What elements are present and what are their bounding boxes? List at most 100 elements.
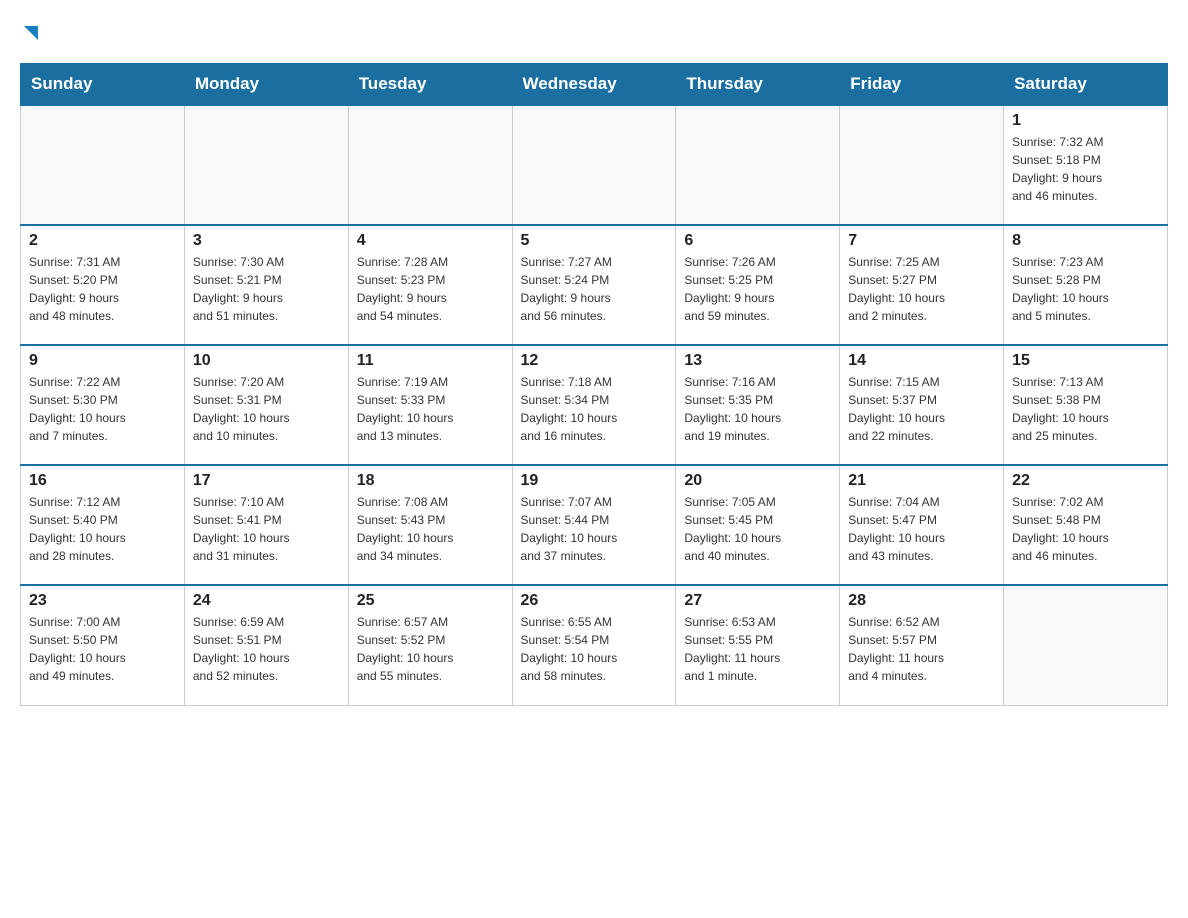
day-info: Sunrise: 7:00 AM Sunset: 5:50 PM Dayligh…: [29, 613, 176, 685]
day-number: 26: [521, 592, 668, 610]
calendar-cell: 11 Sunrise: 7:19 AM Sunset: 5:33 PM Dayli…: [348, 345, 512, 465]
day-info: Sunrise: 7:12 AM Sunset: 5:40 PM Dayligh…: [29, 493, 176, 565]
day-info: Sunrise: 6:59 AM Sunset: 5:51 PM Dayligh…: [193, 613, 340, 685]
page-header: [20, 20, 1168, 53]
calendar-cell: 22 Sunrise: 7:02 AM Sunset: 5:48 PM Dayli…: [1004, 465, 1168, 585]
day-info: Sunrise: 7:08 AM Sunset: 5:43 PM Dayligh…: [357, 493, 504, 565]
calendar-cell: 3Sunrise: 7:30 AM Sunset: 5:21 PM Daylig…: [184, 225, 348, 345]
column-header-saturday: Saturday: [1004, 64, 1168, 106]
calendar-cell: [21, 105, 185, 225]
calendar-cell: 18 Sunrise: 7:08 AM Sunset: 5:43 PM Dayli…: [348, 465, 512, 585]
day-number: 9: [29, 352, 176, 370]
day-number: 21: [848, 472, 995, 490]
column-header-thursday: Thursday: [676, 64, 840, 106]
day-info: Sunrise: 7:07 AM Sunset: 5:44 PM Dayligh…: [521, 493, 668, 565]
day-number: 12: [521, 352, 668, 370]
calendar-cell: 17Sunrise: 7:10 AM Sunset: 5:41 PM Dayli…: [184, 465, 348, 585]
day-number: 27: [684, 592, 831, 610]
day-info: Sunrise: 7:27 AM Sunset: 5:24 PM Dayligh…: [521, 253, 668, 325]
day-info: Sunrise: 7:13 AM Sunset: 5:38 PM Dayligh…: [1012, 373, 1159, 445]
day-info: Sunrise: 7:19 AM Sunset: 5:33 PM Dayligh…: [357, 373, 504, 445]
day-info: Sunrise: 7:23 AM Sunset: 5:28 PM Dayligh…: [1012, 253, 1159, 325]
calendar-cell: 20 Sunrise: 7:05 AM Sunset: 5:45 PM Dayli…: [676, 465, 840, 585]
day-info: Sunrise: 7:16 AM Sunset: 5:35 PM Dayligh…: [684, 373, 831, 445]
day-info: Sunrise: 6:53 AM Sunset: 5:55 PM Dayligh…: [684, 613, 831, 685]
calendar-cell: [1004, 585, 1168, 705]
day-number: 19: [521, 472, 668, 490]
calendar-cell: 6 Sunrise: 7:26 AM Sunset: 5:25 PM Daylig…: [676, 225, 840, 345]
day-info: Sunrise: 6:57 AM Sunset: 5:52 PM Dayligh…: [357, 613, 504, 685]
day-number: 28: [848, 592, 995, 610]
calendar-cell: 10 Sunrise: 7:20 AM Sunset: 5:31 PM Dayli…: [184, 345, 348, 465]
calendar-cell: 5 Sunrise: 7:27 AM Sunset: 5:24 PM Daylig…: [512, 225, 676, 345]
day-number: 23: [29, 592, 176, 610]
day-number: 25: [357, 592, 504, 610]
logo: [20, 20, 42, 53]
day-info: Sunrise: 7:02 AM Sunset: 5:48 PM Dayligh…: [1012, 493, 1159, 565]
day-info: Sunrise: 6:52 AM Sunset: 5:57 PM Dayligh…: [848, 613, 995, 685]
calendar-cell: 9 Sunrise: 7:22 AM Sunset: 5:30 PM Daylig…: [21, 345, 185, 465]
calendar-cell: [676, 105, 840, 225]
day-info: Sunrise: 7:10 AM Sunset: 5:41 PM Dayligh…: [193, 493, 340, 565]
calendar-cell: 23 Sunrise: 7:00 AM Sunset: 5:50 PM Dayli…: [21, 585, 185, 705]
column-header-sunday: Sunday: [21, 64, 185, 106]
column-header-wednesday: Wednesday: [512, 64, 676, 106]
week-row-2: 2 Sunrise: 7:31 AM Sunset: 5:20 PM Daylig…: [21, 225, 1168, 345]
day-number: 22: [1012, 472, 1159, 490]
day-number: 24: [193, 592, 340, 610]
calendar-cell: 26 Sunrise: 6:55 AM Sunset: 5:54 PM Dayli…: [512, 585, 676, 705]
day-number: 18: [357, 472, 504, 490]
column-header-monday: Monday: [184, 64, 348, 106]
calendar-cell: 4 Sunrise: 7:28 AM Sunset: 5:23 PM Daylig…: [348, 225, 512, 345]
day-number: 6: [684, 232, 831, 250]
day-number: 1: [1012, 112, 1159, 130]
calendar-cell: 19 Sunrise: 7:07 AM Sunset: 5:44 PM Dayli…: [512, 465, 676, 585]
day-number: 13: [684, 352, 831, 370]
calendar-cell: [512, 105, 676, 225]
calendar-cell: 1 Sunrise: 7:32 AM Sunset: 5:18 PM Daylig…: [1004, 105, 1168, 225]
calendar-cell: 21 Sunrise: 7:04 AM Sunset: 5:47 PM Dayli…: [840, 465, 1004, 585]
calendar-table: SundayMondayTuesdayWednesdayThursdayFrid…: [20, 63, 1168, 706]
calendar-cell: 7Sunrise: 7:25 AM Sunset: 5:27 PM Daylig…: [840, 225, 1004, 345]
day-number: 16: [29, 472, 176, 490]
day-info: Sunrise: 7:26 AM Sunset: 5:25 PM Dayligh…: [684, 253, 831, 325]
day-number: 14: [848, 352, 995, 370]
week-row-4: 16 Sunrise: 7:12 AM Sunset: 5:40 PM Dayli…: [21, 465, 1168, 585]
column-header-tuesday: Tuesday: [348, 64, 512, 106]
day-number: 15: [1012, 352, 1159, 370]
day-info: Sunrise: 7:28 AM Sunset: 5:23 PM Dayligh…: [357, 253, 504, 325]
day-number: 8: [1012, 232, 1159, 250]
calendar-header-row: SundayMondayTuesdayWednesdayThursdayFrid…: [21, 64, 1168, 106]
day-number: 10: [193, 352, 340, 370]
day-number: 2: [29, 232, 176, 250]
day-info: Sunrise: 7:05 AM Sunset: 5:45 PM Dayligh…: [684, 493, 831, 565]
day-info: Sunrise: 7:15 AM Sunset: 5:37 PM Dayligh…: [848, 373, 995, 445]
calendar-cell: [348, 105, 512, 225]
day-number: 4: [357, 232, 504, 250]
calendar-cell: 12 Sunrise: 7:18 AM Sunset: 5:34 PM Dayli…: [512, 345, 676, 465]
day-info: Sunrise: 7:32 AM Sunset: 5:18 PM Dayligh…: [1012, 133, 1159, 205]
day-number: 5: [521, 232, 668, 250]
day-info: Sunrise: 7:31 AM Sunset: 5:20 PM Dayligh…: [29, 253, 176, 325]
day-info: Sunrise: 7:20 AM Sunset: 5:31 PM Dayligh…: [193, 373, 340, 445]
calendar-cell: 25 Sunrise: 6:57 AM Sunset: 5:52 PM Dayli…: [348, 585, 512, 705]
logo-arrow-icon: [20, 22, 42, 49]
calendar-cell: 24 Sunrise: 6:59 AM Sunset: 5:51 PM Dayli…: [184, 585, 348, 705]
day-number: 20: [684, 472, 831, 490]
calendar-cell: [840, 105, 1004, 225]
calendar-cell: [184, 105, 348, 225]
calendar-cell: 15 Sunrise: 7:13 AM Sunset: 5:38 PM Dayli…: [1004, 345, 1168, 465]
calendar-cell: 27 Sunrise: 6:53 AM Sunset: 5:55 PM Dayli…: [676, 585, 840, 705]
day-info: Sunrise: 7:25 AM Sunset: 5:27 PM Dayligh…: [848, 253, 995, 325]
day-info: Sunrise: 6:55 AM Sunset: 5:54 PM Dayligh…: [521, 613, 668, 685]
calendar-cell: 16 Sunrise: 7:12 AM Sunset: 5:40 PM Dayli…: [21, 465, 185, 585]
day-info: Sunrise: 7:22 AM Sunset: 5:30 PM Dayligh…: [29, 373, 176, 445]
calendar-cell: 13 Sunrise: 7:16 AM Sunset: 5:35 PM Dayli…: [676, 345, 840, 465]
calendar-cell: 14 Sunrise: 7:15 AM Sunset: 5:37 PM Dayli…: [840, 345, 1004, 465]
week-row-3: 9 Sunrise: 7:22 AM Sunset: 5:30 PM Daylig…: [21, 345, 1168, 465]
day-info: Sunrise: 7:04 AM Sunset: 5:47 PM Dayligh…: [848, 493, 995, 565]
calendar-cell: 28 Sunrise: 6:52 AM Sunset: 5:57 PM Dayli…: [840, 585, 1004, 705]
day-info: Sunrise: 7:18 AM Sunset: 5:34 PM Dayligh…: [521, 373, 668, 445]
day-number: 11: [357, 352, 504, 370]
calendar-cell: 8 Sunrise: 7:23 AM Sunset: 5:28 PM Daylig…: [1004, 225, 1168, 345]
